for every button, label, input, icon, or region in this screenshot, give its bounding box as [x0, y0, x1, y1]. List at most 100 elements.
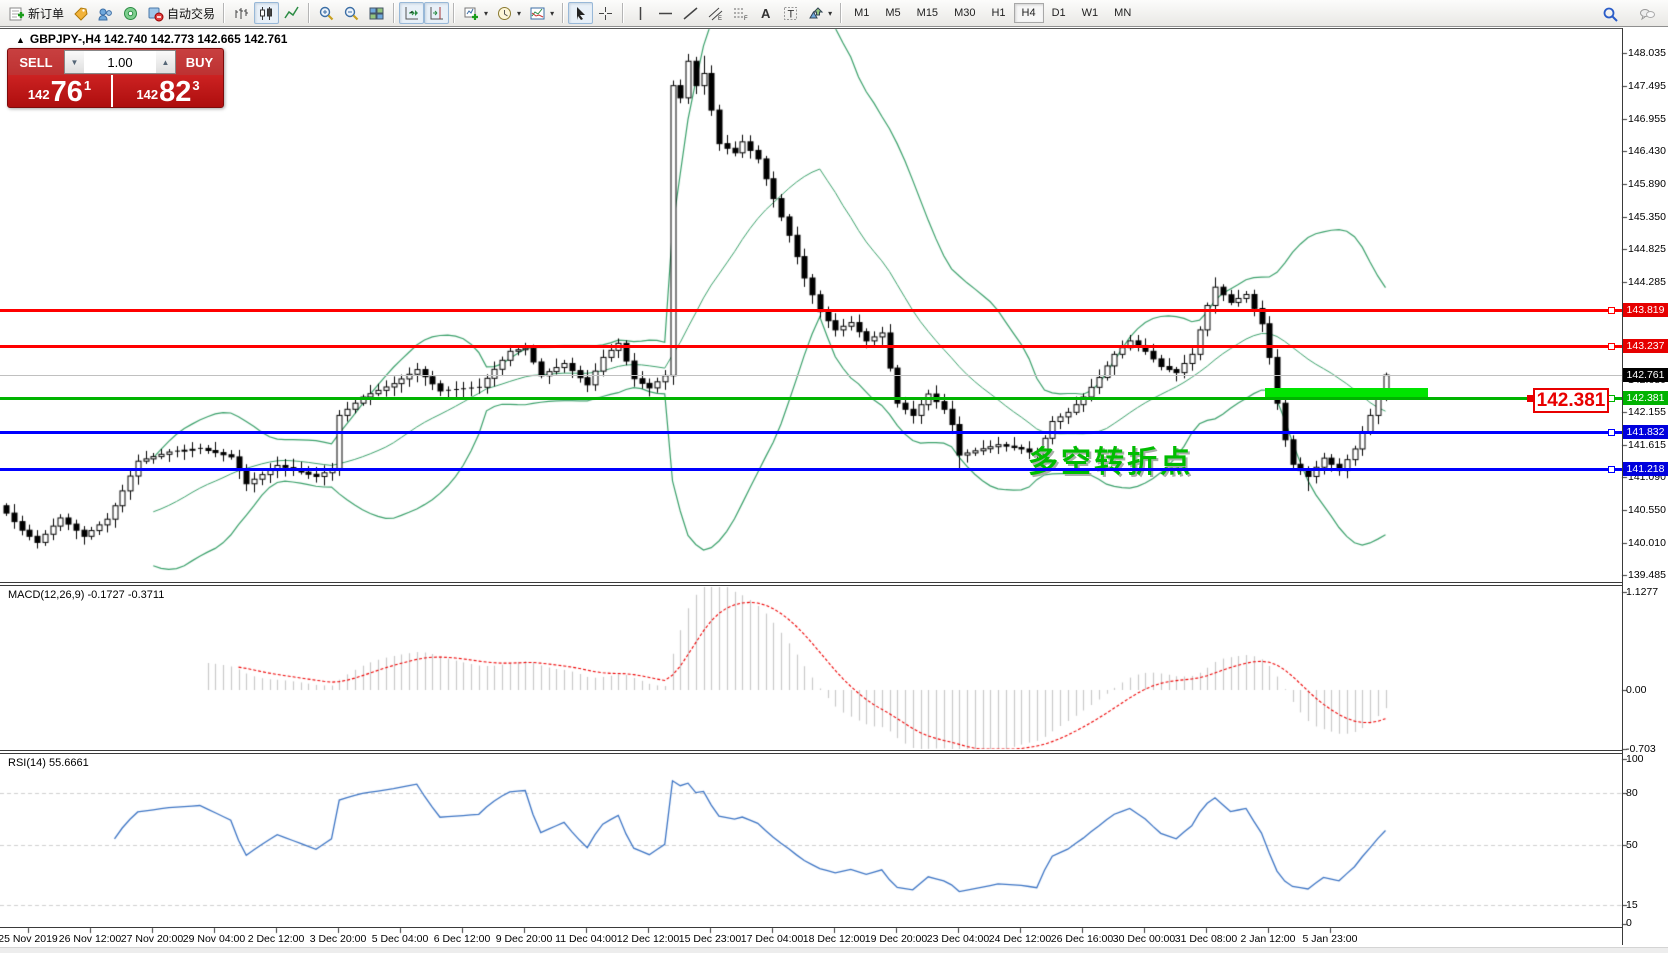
collapse-arrow-icon[interactable]: ▲	[16, 35, 25, 45]
line-anchor-handle[interactable]	[1608, 395, 1615, 402]
fibonacci-button[interactable]: F	[728, 2, 753, 24]
chart-shift-button[interactable]	[424, 2, 449, 24]
tile-windows-button[interactable]	[364, 2, 389, 24]
horizontal-line-143.819[interactable]	[0, 309, 1622, 312]
timeframe-h4-button[interactable]: H4	[1014, 3, 1044, 23]
toolbar-separator	[562, 3, 564, 23]
timeframe-w1-button[interactable]: W1	[1074, 3, 1107, 23]
chinese-annotation[interactable]: 多空转折点	[1028, 437, 1193, 481]
timeframe-h1-button[interactable]: H1	[983, 3, 1013, 23]
price-axis-tick: 142.155	[1628, 406, 1668, 418]
zoom-in-button[interactable]	[314, 2, 339, 24]
vertical-line-button[interactable]	[628, 2, 653, 24]
bars-icon	[233, 5, 250, 22]
time-axis-label: 11 Dec 04:00	[555, 933, 617, 945]
time-axis-label: 25 Nov 2019	[0, 933, 58, 945]
time-axis-label: 27 Nov 20:00	[121, 933, 183, 945]
line-anchor-handle[interactable]	[1608, 466, 1615, 473]
search-icon	[1602, 6, 1619, 23]
autotrading-button[interactable]: 自动交易	[143, 2, 219, 24]
price-chart-canvas[interactable]	[0, 0, 1668, 953]
shapes-button[interactable]: ▾	[803, 2, 836, 24]
zoom-out-button[interactable]	[339, 2, 364, 24]
horizontal-line-141.218[interactable]	[0, 468, 1622, 471]
cursor-button[interactable]	[568, 2, 593, 24]
timeframe-m15-button[interactable]: M15	[909, 3, 946, 23]
pane-separator[interactable]	[0, 750, 1622, 751]
buy-price-big: 82	[159, 79, 191, 105]
symbol-info-line: ▲GBPJPY-,H4 142.740 142.773 142.665 142.…	[16, 32, 287, 46]
timeframe-m30-button[interactable]: M30	[946, 3, 983, 23]
timeframe-mn-button[interactable]: MN	[1106, 3, 1139, 23]
time-axis-label: 23 Dec 04:00	[927, 933, 989, 945]
toolbar-right	[1598, 3, 1660, 25]
search-button[interactable]	[1598, 3, 1623, 25]
sell-price-button[interactable]: 142 76 1	[8, 75, 111, 107]
line-anchor-handle[interactable]	[1608, 343, 1615, 350]
buy-button[interactable]: BUY	[176, 55, 223, 70]
new-order-button[interactable]: 新订单	[4, 2, 68, 24]
candlestick-button[interactable]	[254, 2, 279, 24]
current-price-line[interactable]	[0, 375, 1622, 376]
timeframe-m1-button[interactable]: M1	[846, 3, 877, 23]
community-icon	[97, 5, 114, 22]
pane-separator	[0, 585, 1622, 586]
time-axis-label: 18 Dec 12:00	[803, 933, 865, 945]
price-axis-tick: 145.890	[1628, 178, 1668, 190]
new-chart-button[interactable]: ▾	[459, 2, 492, 24]
neworder-icon	[8, 5, 25, 22]
chat-button[interactable]	[1635, 3, 1660, 25]
pane-separator[interactable]	[0, 582, 1622, 583]
indicators-list-button[interactable]: ▾	[525, 2, 558, 24]
line-anchor-handle[interactable]	[1608, 429, 1615, 436]
buy-price-button[interactable]: 142 82 3	[113, 75, 223, 107]
svg-text:T: T	[788, 8, 795, 20]
auto-scroll-button[interactable]	[399, 2, 424, 24]
sell-price-prefix: 142	[28, 87, 50, 102]
time-axis-separator[interactable]	[0, 927, 1622, 928]
svg-text:F: F	[744, 16, 748, 22]
horizontal-line-141.832[interactable]	[0, 431, 1622, 434]
price-axis-tick: 140.550	[1628, 504, 1668, 516]
macd-axis-tick: 1.1277	[1626, 586, 1666, 598]
crosshair-button[interactable]	[593, 2, 618, 24]
horizontal-line-143.237[interactable]	[0, 345, 1622, 348]
price-badge-142.761: 142.761	[1623, 368, 1668, 382]
bar-chart-button[interactable]	[229, 2, 254, 24]
volume-value[interactable]: 1.00	[84, 55, 156, 70]
timeframe-d1-button[interactable]: D1	[1044, 3, 1074, 23]
linechart-icon	[283, 5, 300, 22]
time-axis-label: 24 Dec 12:00	[989, 933, 1051, 945]
line-anchor-handle[interactable]	[1608, 307, 1615, 314]
timeframe-m5-button[interactable]: M5	[877, 3, 908, 23]
price-axis-border[interactable]	[1622, 28, 1623, 945]
equidistant-channel-button[interactable]: E	[703, 2, 728, 24]
community-icon[interactable]	[93, 2, 118, 24]
horizontal-line-142.381[interactable]	[0, 397, 1622, 400]
time-axis-label: 17 Dec 04:00	[741, 933, 803, 945]
labelT-icon: T	[782, 5, 799, 22]
price-axis-tick: 144.285	[1628, 276, 1668, 288]
toolbar-separator	[223, 3, 225, 23]
shift-icon	[428, 5, 445, 22]
price-axis-tick: 141.615	[1628, 439, 1668, 451]
volume-increase-button[interactable]: ▲	[156, 51, 175, 73]
horizontal-line-button[interactable]	[653, 2, 678, 24]
signals-icon[interactable]	[118, 2, 143, 24]
alerts-icon[interactable]	[68, 2, 93, 24]
cursor-icon	[572, 5, 589, 22]
line-chart-button[interactable]	[279, 2, 304, 24]
fibo-icon: F	[732, 5, 749, 22]
periods-button[interactable]: ▾	[492, 2, 525, 24]
channel-icon: E	[707, 5, 724, 22]
text-label-button[interactable]: T	[778, 2, 803, 24]
price-axis-tick: 148.035	[1628, 47, 1668, 59]
time-axis-label: 3 Dec 20:00	[310, 933, 367, 945]
price-badge-141.832: 141.832	[1623, 425, 1668, 439]
text-button[interactable]: A	[753, 2, 778, 24]
trendline-button[interactable]	[678, 2, 703, 24]
volume-decrease-button[interactable]: ▼	[65, 51, 84, 73]
sell-button[interactable]: SELL	[8, 55, 64, 70]
price-level-label[interactable]: 142.381	[1533, 388, 1609, 413]
toolbar: 新订单自动交易▾▾▾EFAT▾M1M5M15M30H1H4D1W1MN	[0, 0, 1668, 27]
